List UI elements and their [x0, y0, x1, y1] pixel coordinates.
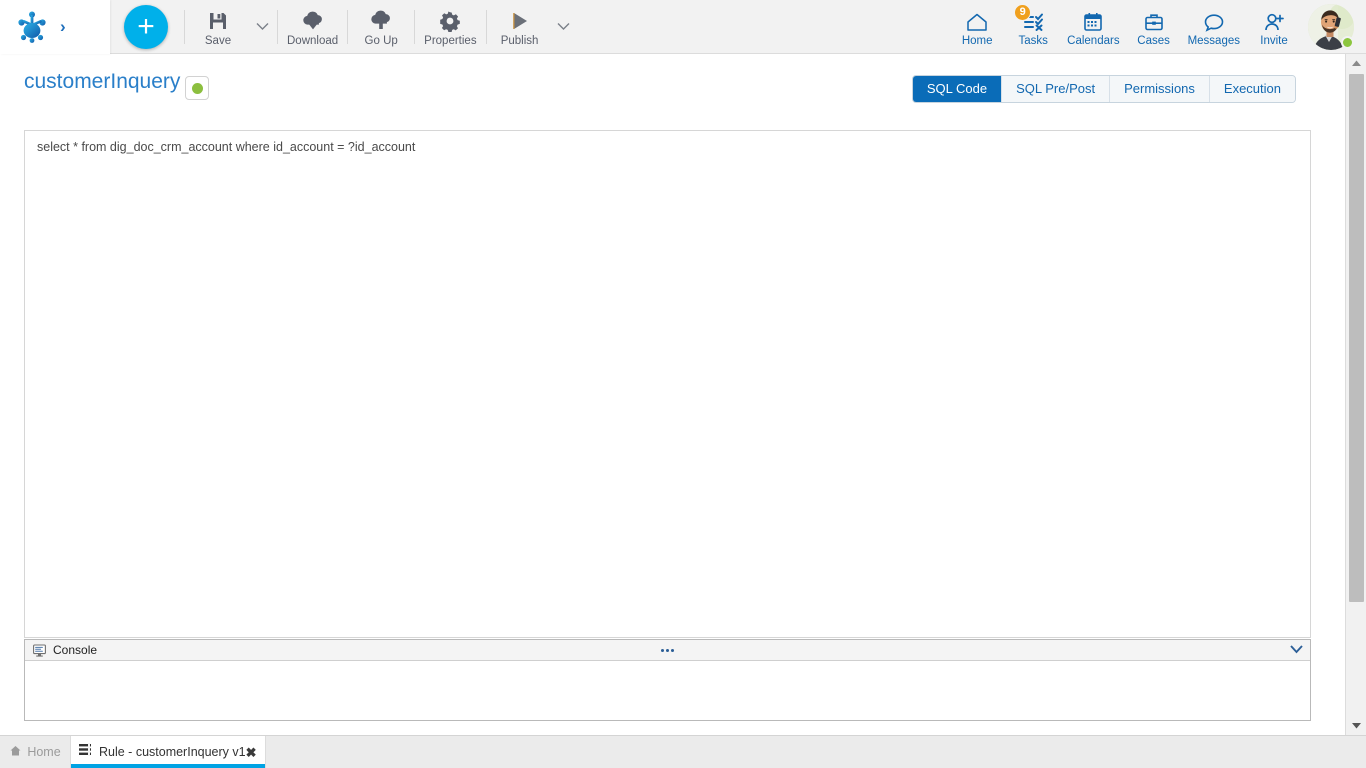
nav-home[interactable]: Home: [949, 1, 1005, 53]
chevron-right-icon[interactable]: ›: [60, 18, 66, 35]
go-up-button[interactable]: Go Up: [350, 2, 412, 52]
vertical-scrollbar[interactable]: [1345, 54, 1366, 735]
nav-tasks[interactable]: 9 Tasks: [1005, 1, 1061, 53]
floppy-disk-icon: [207, 7, 229, 32]
calendar-icon: [1080, 7, 1106, 33]
publish-button[interactable]: Publish: [489, 2, 551, 52]
taskbar-home[interactable]: Home: [0, 736, 70, 768]
taskbar-tab-label: Rule - customerInquery v1: [99, 745, 246, 759]
chevron-down-icon[interactable]: [1289, 643, 1304, 661]
close-icon[interactable]: ✖: [246, 746, 261, 759]
toolbar-right-cluster: Home 9 Tasks: [949, 0, 1366, 54]
scroll-down-arrow[interactable]: [1346, 717, 1366, 735]
main-content: customerInquery SQL Code SQL Pre/Post Pe…: [0, 54, 1345, 735]
nav-cases-label: Cases: [1137, 35, 1170, 47]
taskbar-home-label: Home: [27, 745, 60, 759]
console-monitor-icon: [33, 644, 46, 657]
sql-code-text[interactable]: select * from dig_doc_crm_account where …: [25, 131, 1310, 155]
add-button[interactable]: +: [124, 5, 168, 49]
download-label: Download: [287, 35, 338, 47]
console-title: Console: [53, 643, 97, 657]
sql-code-editor[interactable]: select * from dig_doc_crm_account where …: [24, 130, 1311, 638]
scrollbar-thumb[interactable]: [1349, 74, 1364, 602]
nav-calendars[interactable]: Calendars: [1061, 1, 1125, 53]
download-button[interactable]: Download: [280, 2, 345, 52]
view-tabs: SQL Code SQL Pre/Post Permissions Execut…: [912, 75, 1296, 103]
nav-home-label: Home: [962, 35, 993, 47]
save-button[interactable]: Save: [187, 2, 249, 52]
home-icon: [9, 744, 22, 760]
nav-messages-label: Messages: [1188, 35, 1240, 47]
properties-button[interactable]: Properties: [417, 2, 483, 52]
logo-zone: ›: [0, 0, 110, 54]
toolbar-separator: [486, 10, 487, 44]
save-dropdown-caret[interactable]: [249, 2, 275, 52]
home-icon: [964, 7, 990, 33]
cloud-download-icon: [301, 7, 325, 32]
play-triangle-icon: [509, 7, 531, 32]
nav-invite[interactable]: Invite: [1246, 1, 1302, 53]
taskbar-tab-rule[interactable]: Rule - customerInquery v1 ✖: [70, 736, 266, 768]
tab-execution[interactable]: Execution: [1210, 76, 1295, 102]
nav-tasks-label: Tasks: [1018, 35, 1047, 47]
briefcase-icon: [1141, 7, 1167, 33]
properties-label: Properties: [424, 35, 476, 47]
green-status-dot: [192, 83, 203, 94]
top-toolbar: › + Save Download: [0, 0, 1366, 54]
publish-label: Publish: [501, 35, 539, 47]
drag-dots-handle[interactable]: [25, 640, 1310, 660]
tasks-badge: 9: [1014, 4, 1031, 21]
toolbar-separator: [414, 10, 415, 44]
nav-messages[interactable]: Messages: [1182, 1, 1246, 53]
go-up-label: Go Up: [365, 35, 398, 47]
status-badge[interactable]: [185, 76, 209, 100]
active-tab-underline: [71, 764, 265, 768]
nav-invite-label: Invite: [1260, 35, 1288, 47]
tab-permissions[interactable]: Permissions: [1110, 76, 1210, 102]
cloud-upload-icon: [369, 7, 393, 32]
frog-foot-logo[interactable]: [14, 9, 50, 45]
console-header[interactable]: Console: [25, 640, 1310, 661]
console-output[interactable]: [25, 661, 1310, 719]
toolbar-separator: [277, 10, 278, 44]
console-panel: Console: [24, 639, 1311, 721]
toolbar-separator: [347, 10, 348, 44]
tab-sql-pre-post[interactable]: SQL Pre/Post: [1002, 76, 1110, 102]
page-title: customerInquery: [24, 70, 180, 94]
gear-icon: [439, 7, 461, 32]
nav-calendars-label: Calendars: [1067, 35, 1119, 47]
tab-sql-code[interactable]: SQL Code: [913, 76, 1002, 102]
speech-bubble-icon: [1201, 7, 1227, 33]
taskbar: Home Rule - customerInquery v1 ✖: [0, 735, 1366, 768]
avatar[interactable]: [1308, 4, 1354, 50]
page-header: customerInquery SQL Code SQL Pre/Post Pe…: [0, 54, 1345, 116]
publish-dropdown-caret[interactable]: [551, 2, 577, 52]
online-status-dot: [1341, 36, 1354, 49]
person-add-icon: [1261, 7, 1287, 33]
scroll-up-arrow[interactable]: [1346, 54, 1366, 72]
save-label: Save: [205, 35, 231, 47]
nav-cases[interactable]: Cases: [1126, 1, 1182, 53]
toolbar-separator: [184, 10, 185, 44]
rule-icon: [79, 743, 93, 761]
